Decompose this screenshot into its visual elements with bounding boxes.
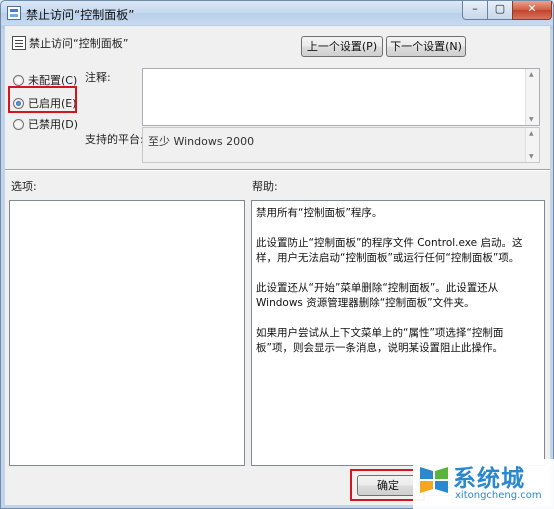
policy-dialog: 禁止访问“控制面板” – ▢ ✕ 禁止访问“控制面板” 上一个设置(P) 下一个… [0, 0, 554, 509]
maximize-button[interactable]: ▢ [487, 1, 513, 20]
policy-name: 禁止访问“控制面板” [29, 37, 129, 50]
watermark-title: 系统城 [453, 466, 525, 492]
window-title: 禁止访问“控制面板” [26, 8, 135, 22]
radio-button[interactable] [13, 74, 24, 86]
platform-field: 至少 Windows 2000 ▲ ▼ [142, 127, 540, 163]
title-bar[interactable]: 禁止访问“控制面板” – ▢ ✕ [1, 1, 553, 25]
dialog-body: 禁止访问“控制面板” 上一个设置(P) 下一个设置(N) 未配置(C) 已启用(… [5, 26, 550, 505]
section-divider [5, 169, 550, 171]
options-panel [9, 200, 245, 466]
comment-scrollbar[interactable]: ▲ ▼ [525, 69, 539, 125]
next-setting-button[interactable]: 下一个设置(N) [386, 36, 466, 57]
help-paragraph: 此设置防止“控制面板”的程序文件 Control.exe 启动。这样，用户无法启… [256, 237, 523, 264]
policy-setting-icon [12, 36, 26, 50]
help-paragraph: 如果用户尝试从上下文菜单上的“属性”项选择“控制面板”项，则会显示一条消息，说明… [256, 327, 504, 354]
radio-label: 已禁用(D) [28, 118, 79, 131]
watermark: 系统城 xitongcheng.com [413, 459, 554, 509]
comment-textarea[interactable]: ▲ ▼ [142, 68, 540, 126]
help-label: 帮助: [252, 180, 278, 193]
scroll-down-arrow-icon[interactable]: ▼ [529, 116, 534, 123]
scroll-down-arrow-icon[interactable]: ▼ [529, 153, 534, 160]
close-button[interactable]: ✕ [512, 1, 552, 20]
help-text: 禁用所有“控制面板”程序。 此设置防止“控制面板”的程序文件 Control.e… [256, 206, 524, 371]
previous-setting-button[interactable]: 上一个设置(P) [301, 36, 383, 57]
scroll-up-arrow-icon[interactable]: ▲ [529, 130, 534, 137]
highlight-box-enabled [8, 86, 77, 113]
radio-disabled[interactable]: 已禁用(D) [13, 116, 78, 132]
comment-label: 注释: [85, 71, 111, 84]
help-panel[interactable]: 禁用所有“控制面板”程序。 此设置防止“控制面板”的程序文件 Control.e… [251, 200, 545, 466]
help-paragraph: 此设置还从“开始”菜单删除“控制面板”。此设置还从 Windows 资源管理器删… [256, 282, 499, 309]
policy-window-icon [7, 6, 21, 20]
minimize-button[interactable]: – [462, 1, 488, 20]
radio-button[interactable] [13, 118, 24, 130]
options-label: 选项: [11, 180, 37, 193]
xitongcheng-logo-icon [420, 467, 448, 493]
platform-value: 至少 Windows 2000 [148, 135, 255, 148]
watermark-url: xitongcheng.com [455, 490, 542, 501]
scroll-up-arrow-icon[interactable]: ▲ [529, 71, 534, 78]
help-paragraph: 禁用所有“控制面板”程序。 [256, 207, 383, 219]
platform-label: 支持的平台: [85, 133, 144, 146]
platform-scrollbar[interactable]: ▲ ▼ [525, 128, 539, 162]
